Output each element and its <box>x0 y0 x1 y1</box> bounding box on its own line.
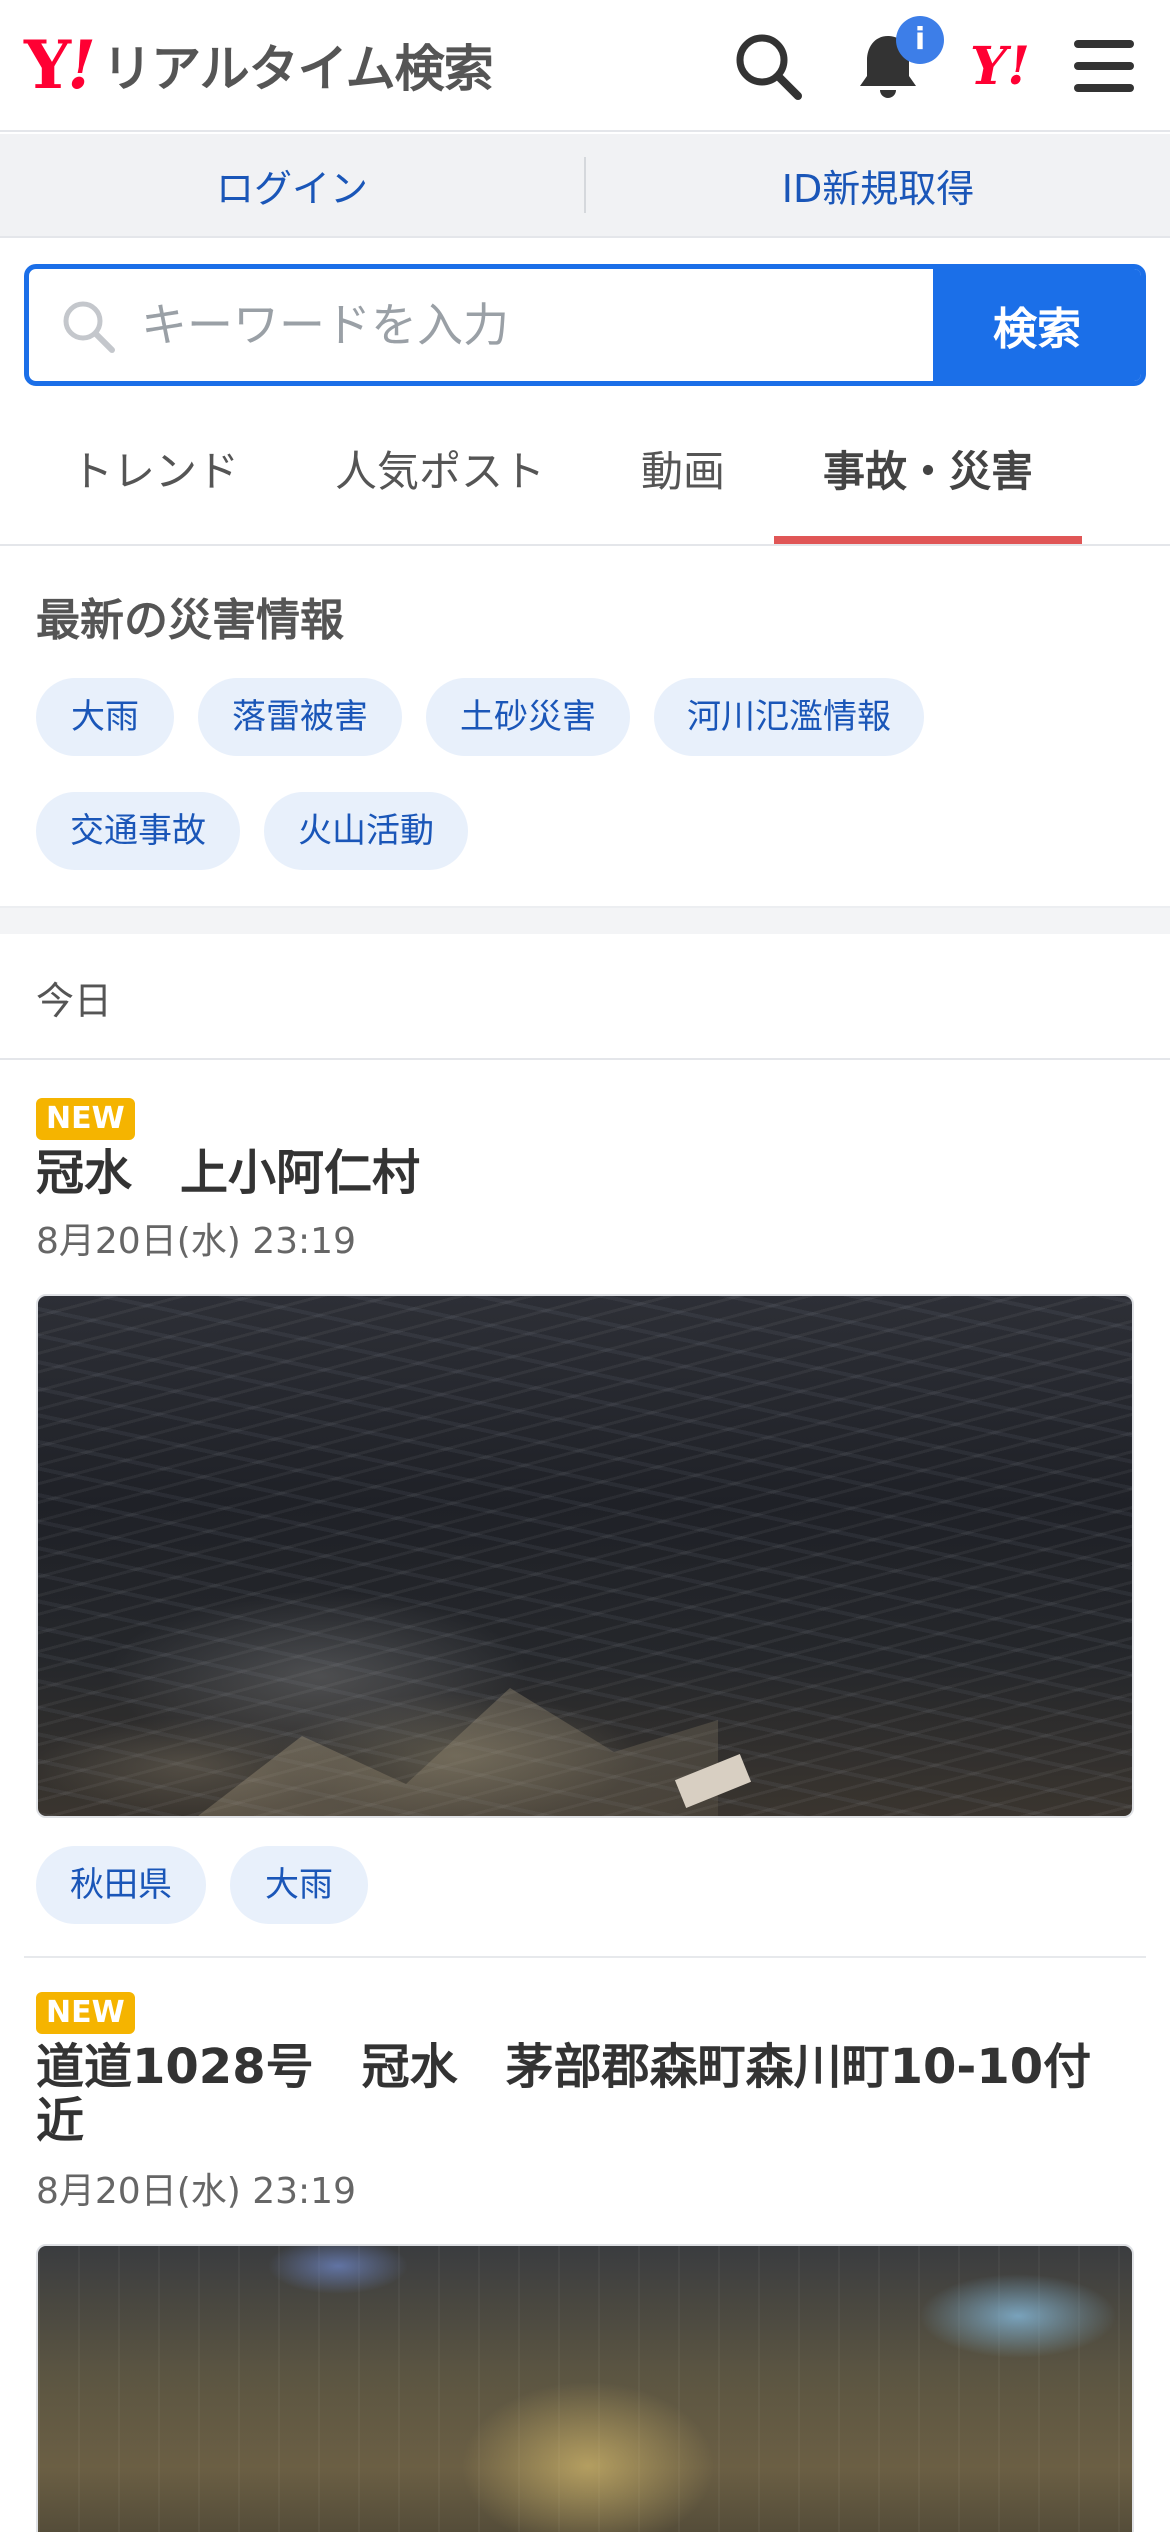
tab-popular-posts[interactable]: 人気ポスト <box>318 416 562 546</box>
search-icon[interactable] <box>730 28 806 104</box>
menu-icon[interactable] <box>1068 30 1140 102</box>
post-date: 8月20日(水) 23:19 <box>36 2171 356 2212</box>
date-group-header: 今日 <box>0 934 1170 1060</box>
search-button[interactable]: 検索 <box>933 269 1141 381</box>
tab-accidents-disasters[interactable]: 事故・災害 <box>774 416 1082 546</box>
post-date: 8月20日(水) 23:19 <box>36 1221 356 1262</box>
post-title[interactable]: 道道1028号 冠水 茅部郡森町森川町10-10付近 <box>36 2040 1126 2148</box>
logo-exclamation: ! <box>67 26 97 104</box>
search-field-icon <box>63 301 115 353</box>
chip-traffic-accident[interactable]: 交通事故 <box>36 792 240 870</box>
yahoo-japan-icon[interactable]: Y! <box>970 36 1030 97</box>
yahoo-realtime-logo[interactable]: Y ! リアルタイム検索 <box>24 26 494 104</box>
post-video-thumbnail[interactable] <box>36 2244 1134 2532</box>
chip-volcano[interactable]: 火山活動 <box>264 792 468 870</box>
chip-landslide[interactable]: 土砂災害 <box>426 678 630 756</box>
active-tab-indicator <box>774 536 1082 544</box>
chip-river-flood[interactable]: 河川氾濫情報 <box>654 678 924 756</box>
post-video-thumbnail[interactable] <box>36 1294 1134 1818</box>
post-item[interactable]: NEW 冠水 上小阿仁村 8月20日(水) 23:19 秋田県 大雨 <box>0 1060 1170 1956</box>
login-link[interactable]: ログイン <box>0 158 584 213</box>
post-title[interactable]: 冠水 上小阿仁村 <box>36 1146 1126 1200</box>
logo-text: リアルタイム検索 <box>102 40 493 98</box>
section-separator <box>0 906 1170 934</box>
section-title: 最新の災害情報 <box>36 595 344 646</box>
tag-chip-heavy-rain[interactable]: 大雨 <box>230 1846 368 1924</box>
notification-badge: i <box>896 16 944 64</box>
new-badge: NEW <box>36 1992 135 2034</box>
login-bar: ログイン ID新規取得 <box>0 134 1170 238</box>
tab-trend[interactable]: トレンド <box>36 416 274 546</box>
chip-lightning[interactable]: 落雷被害 <box>198 678 402 756</box>
logo-y: Y <box>24 26 71 104</box>
disaster-info-section: 最新の災害情報 大雨 落雷被害 土砂災害 河川氾濫情報 交通事故 火山活動 <box>0 548 1170 904</box>
today-label: 今日 <box>36 979 113 1023</box>
tab-videos[interactable]: 動画 <box>608 416 758 546</box>
new-badge: NEW <box>36 1098 135 1140</box>
post-item[interactable]: NEW 道道1028号 冠水 茅部郡森町森川町10-10付近 8月20日(水) … <box>0 1958 1170 2532</box>
search-input[interactable] <box>141 269 941 381</box>
register-link[interactable]: ID新規取得 <box>586 158 1170 213</box>
category-tabs: トレンド 人気ポスト 動画 事故・災害 <box>0 416 1170 546</box>
top-header: Y ! リアルタイム検索 i Y! <box>0 0 1170 132</box>
thumbnail-flood-water <box>198 1688 718 1816</box>
search-box: 検索 <box>24 264 1146 386</box>
tag-chip-akita[interactable]: 秋田県 <box>36 1846 206 1924</box>
chip-heavy-rain[interactable]: 大雨 <box>36 678 174 756</box>
